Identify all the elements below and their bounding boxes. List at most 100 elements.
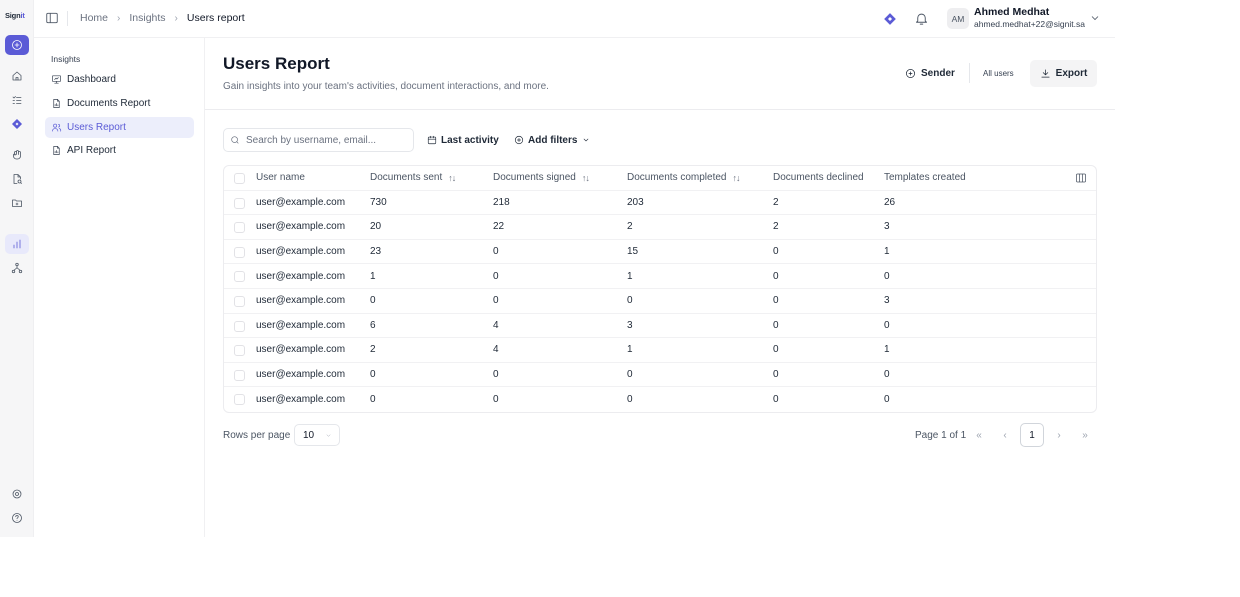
- home-icon: [12, 71, 22, 81]
- column-header-templates-created[interactable]: Templates created: [884, 166, 966, 190]
- add-filters-button[interactable]: Add filters: [514, 130, 594, 150]
- add-filters-label: Add filters: [528, 134, 578, 146]
- table-cell: 20: [370, 221, 382, 233]
- rail-home-button[interactable]: [5, 66, 29, 86]
- column-header-user-name[interactable]: User name: [256, 166, 305, 190]
- page-number-button[interactable]: 1: [1020, 423, 1044, 447]
- chevrons-left-icon: «: [976, 429, 982, 441]
- chevron-right-icon: ›: [117, 12, 121, 24]
- search-field[interactable]: [223, 128, 414, 152]
- table-row[interactable]: user@example.com 730 218 203 2 26: [224, 191, 1096, 216]
- sidebar-toggle-button[interactable]: [45, 11, 59, 25]
- table-cell: 1: [627, 344, 633, 356]
- app-logo[interactable]: Signit: [5, 11, 25, 20]
- sender-filter-button[interactable]: Sender: [905, 61, 955, 85]
- table-row[interactable]: user@example.com 23 0 15 0 1: [224, 240, 1096, 265]
- rail-templates-button[interactable]: [5, 169, 29, 189]
- rail-settings-button[interactable]: [5, 484, 29, 504]
- avatar[interactable]: AM: [947, 8, 969, 29]
- list-check-icon: [12, 96, 22, 104]
- table-cell: 22: [493, 221, 505, 233]
- row-checkbox[interactable]: [234, 222, 245, 234]
- table-cell: 0: [884, 369, 890, 381]
- table-row[interactable]: user@example.com 1 0 1 0 0: [224, 264, 1096, 289]
- table-row[interactable]: user@example.com 0 0 0 0 0: [224, 363, 1096, 388]
- network-icon: [11, 262, 23, 274]
- table-cell: 0: [493, 246, 499, 258]
- table-row[interactable]: user@example.com 0 0 0 0 3: [224, 289, 1096, 314]
- column-header-documents-signed[interactable]: Documents signed ↑↓: [493, 166, 590, 190]
- row-checkbox[interactable]: [234, 345, 245, 357]
- breadcrumb-insights[interactable]: Insights: [129, 12, 165, 24]
- export-label: Export: [1055, 68, 1088, 79]
- table-cell: 0: [370, 295, 376, 307]
- column-header-documents-declined[interactable]: Documents declined: [773, 166, 864, 190]
- rows-per-page-value: 10: [303, 429, 315, 441]
- table-cell: 730: [370, 196, 387, 208]
- divider: [67, 11, 68, 26]
- table-cell: 0: [773, 295, 779, 307]
- export-button[interactable]: Export: [1030, 60, 1097, 87]
- row-checkbox[interactable]: [234, 296, 245, 307]
- select-all-checkbox[interactable]: [234, 173, 245, 184]
- previous-page-button[interactable]: ‹: [994, 424, 1016, 446]
- sidebar-item-dashboard[interactable]: Dashboard: [45, 69, 194, 90]
- sort-icon[interactable]: ↑↓: [733, 173, 741, 183]
- table-cell: 0: [493, 295, 499, 307]
- column-toggle-button[interactable]: [1075, 172, 1087, 184]
- document-search-icon: [13, 174, 22, 184]
- rail-insights-button[interactable]: [5, 234, 29, 254]
- sidebar-item-api-report[interactable]: API Report: [45, 140, 194, 161]
- next-page-button[interactable]: ›: [1048, 424, 1070, 446]
- row-checkbox[interactable]: [234, 394, 245, 406]
- table-row[interactable]: user@example.com 0 0 0 0 0: [224, 387, 1096, 412]
- row-checkbox[interactable]: [234, 320, 245, 332]
- user-name[interactable]: Ahmed Medhat: [974, 6, 1049, 18]
- sidebar-item-users-report[interactable]: Users Report: [45, 117, 194, 138]
- user-menu-button[interactable]: [1089, 12, 1101, 24]
- breadcrumb-home[interactable]: Home: [80, 12, 108, 24]
- sidebar-item-documents-report[interactable]: Documents Report: [45, 93, 194, 114]
- plus-circle-icon: [906, 68, 915, 78]
- rail-contacts-button[interactable]: [5, 145, 29, 165]
- last-activity-button[interactable]: Last activity: [427, 130, 499, 150]
- rail-tasks-button[interactable]: [5, 90, 29, 110]
- app-window: Signit Home › Insights › Users report AM…: [0, 0, 1115, 537]
- table-cell: 0: [493, 394, 499, 406]
- sort-icon[interactable]: ↑↓: [448, 173, 456, 183]
- page-subtitle: Gain insights into your team's activitie…: [223, 81, 549, 92]
- notifications-button[interactable]: [914, 11, 929, 26]
- diamond-icon[interactable]: [883, 12, 897, 26]
- rail-workflow-button[interactable]: [5, 258, 29, 278]
- table-row[interactable]: user@example.com 20 22 2 2 3: [224, 215, 1096, 240]
- all-users-badge[interactable]: All users: [977, 64, 1020, 82]
- table-cell: 1: [884, 246, 890, 258]
- rail-folders-button[interactable]: [5, 193, 29, 213]
- first-page-button[interactable]: «: [968, 424, 990, 446]
- table-cell: 1: [884, 344, 890, 356]
- icon-rail: Signit: [0, 0, 34, 537]
- table-cell: 4: [493, 319, 499, 331]
- create-new-button[interactable]: [5, 35, 29, 55]
- last-activity-label: Last activity: [441, 134, 499, 146]
- row-checkbox[interactable]: [234, 246, 245, 258]
- sort-icon[interactable]: ↑↓: [582, 173, 590, 183]
- table-row[interactable]: user@example.com 2 4 1 0 1: [224, 338, 1096, 363]
- table-cell: 2: [773, 196, 779, 208]
- column-header-documents-sent[interactable]: Documents sent ↑↓: [370, 166, 456, 190]
- search-input[interactable]: [246, 134, 406, 146]
- cell-user-name: user@example.com: [256, 221, 346, 233]
- row-checkbox[interactable]: [234, 197, 245, 209]
- table-cell: 203: [627, 196, 644, 208]
- row-checkbox[interactable]: [234, 271, 245, 283]
- row-checkbox[interactable]: [234, 369, 245, 381]
- sidebar-item-label: Users Report: [67, 122, 126, 133]
- rail-help-button[interactable]: [5, 508, 29, 528]
- rail-signit-button[interactable]: [5, 114, 29, 134]
- last-page-button[interactable]: »: [1074, 424, 1096, 446]
- table-cell: 3: [884, 295, 890, 307]
- rows-per-page-select[interactable]: 10: [294, 424, 340, 446]
- column-header-documents-completed[interactable]: Documents completed ↑↓: [627, 166, 741, 190]
- sidebar-item-label: API Report: [67, 145, 116, 156]
- table-row[interactable]: user@example.com 6 4 3 0 0: [224, 314, 1096, 339]
